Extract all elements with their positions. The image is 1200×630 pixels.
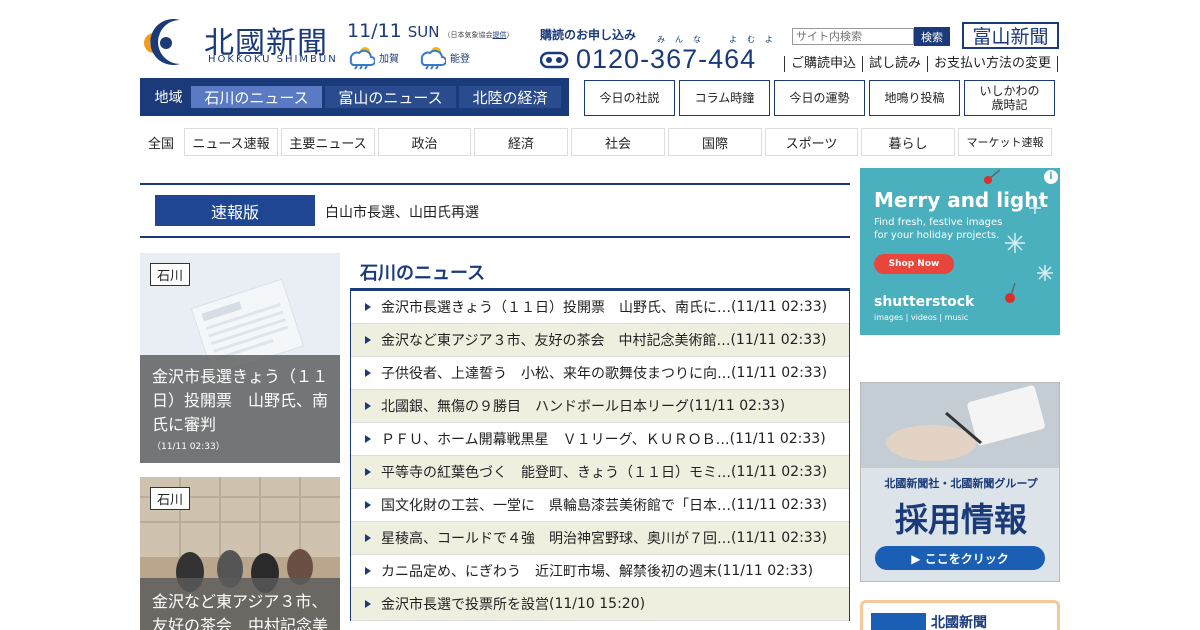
date-text: 11/11 bbox=[347, 20, 402, 42]
bullet-triangle-icon bbox=[365, 468, 371, 476]
weather-region-label: 加賀 bbox=[379, 53, 399, 65]
news-item[interactable]: 国文化財の工芸、一堂に 県輪島漆芸美術館で「日本… (11/11 02:33) bbox=[351, 489, 849, 522]
bullet-triangle-icon bbox=[365, 567, 371, 575]
tab-ishikawa-news[interactable]: 石川のニュース bbox=[191, 86, 322, 108]
cloud-sun-rain-icon bbox=[420, 47, 446, 70]
news-list: 金沢市長選きょう（１１日）投開票 山野氏、南氏に… (11/11 02:33) 金… bbox=[350, 288, 850, 621]
feature-title: 金沢など東アジア３市、友好の茶会 中村記念美 bbox=[152, 592, 329, 630]
region-nav: 地域 石川のニュース 富山のニュース 北陸の経済 bbox=[140, 78, 569, 116]
category-all-label: 全国 bbox=[147, 136, 174, 152]
feature-card[interactable]: 石川 金沢市長選きょう（１１日）投開票 山野氏、南氏に審判 （11/11 02:… bbox=[140, 253, 340, 463]
freedial-icon bbox=[540, 51, 569, 68]
feature-time: （11/11 02:33） bbox=[152, 442, 225, 452]
breaking-headline[interactable]: 白山市長選、山田氏再選 bbox=[325, 202, 479, 222]
feature-caption: 金沢市長選きょう（１１日）投開票 山野氏、南氏に審判 （11/11 02:33） bbox=[140, 355, 340, 463]
news-item[interactable]: カニ品定め、にぎわう 近江町市場、解禁後初の週末 (11/11 02:33) bbox=[351, 555, 849, 588]
tab-hokuriku-economy[interactable]: 北陸の経済 bbox=[459, 86, 561, 108]
hokkoku-logo[interactable]: 北國新聞 HOKKOKU SHIMBUN bbox=[140, 16, 340, 66]
news-item[interactable]: ＰＦＵ、ホーム開幕戦黒星 Ｖ１リーグ、ＫＵＲＯＢ… (11/11 02:33) bbox=[351, 423, 849, 456]
shutterstock-ad[interactable]: i Merry and light Find fresh, festive im… bbox=[860, 168, 1060, 335]
bullet-triangle-icon bbox=[365, 534, 371, 542]
utility-links: ご購読申込 試し読み お支払い方法の変更 bbox=[784, 56, 1059, 72]
weather-kaga[interactable]: 加賀 bbox=[347, 44, 399, 70]
banner-title: 北國新聞 bbox=[931, 615, 987, 630]
subscribe-label: 購読のお申し込み bbox=[540, 28, 637, 42]
category-top[interactable]: 主要ニュース bbox=[281, 128, 375, 156]
bullet-triangle-icon bbox=[365, 402, 371, 410]
category-market[interactable]: マーケット速報 bbox=[958, 128, 1052, 156]
news-section-title: 石川のニュース bbox=[360, 263, 486, 284]
category-life[interactable]: 暮らし bbox=[861, 128, 955, 156]
banner-logo-block bbox=[871, 613, 926, 630]
logo-mark-icon bbox=[144, 19, 180, 65]
cloud-sun-rain-icon bbox=[349, 47, 375, 70]
news-item[interactable]: 金沢など東アジア３市、友好の茶会 中村記念美術館… (11/11 02:33) bbox=[351, 324, 849, 357]
editorial-button[interactable]: 今日の社説 bbox=[584, 80, 675, 116]
seasonal-calendar-button[interactable]: いしかわの 歳時記 bbox=[964, 80, 1055, 116]
region-tag: 石川 bbox=[150, 263, 191, 286]
recruit-banner[interactable]: 北國新聞社・北國新聞グループ 採用情報 ▶ ここをクリック bbox=[860, 382, 1060, 582]
ad-brand: shutterstock bbox=[874, 294, 975, 310]
bullet-triangle-icon bbox=[365, 369, 371, 377]
news-item[interactable]: 星稜高、コールドで４強 明治神宮野球、奥川が７回… (11/11 02:33) bbox=[351, 522, 849, 555]
payment-change-link[interactable]: お支払い方法の変更 bbox=[927, 56, 1059, 72]
category-politics[interactable]: 政治 bbox=[378, 128, 471, 156]
bullet-triangle-icon bbox=[365, 501, 371, 509]
weather-region-label: 能登 bbox=[450, 53, 470, 65]
site-search-input[interactable] bbox=[792, 28, 914, 45]
shop-now-button[interactable]: Shop Now bbox=[874, 254, 954, 274]
hokkoku-banner[interactable]: 北國新聞 bbox=[860, 600, 1060, 630]
weekday-text: SUN bbox=[407, 23, 440, 41]
ad-subtext: Find fresh, festive images for your holi… bbox=[874, 217, 1003, 241]
feature-title: 金沢市長選きょう（１１日）投開票 山野氏、南氏に審判 bbox=[152, 367, 329, 434]
trial-link[interactable]: 試し読み bbox=[862, 56, 927, 72]
feature-card[interactable]: 石川 金沢など東アジア３市、友好の茶会 中村記念美 bbox=[140, 477, 340, 630]
recruit-company: 北國新聞社・北國新聞グループ bbox=[884, 477, 1038, 490]
news-item[interactable]: 平等寺の紅葉色づく 能登町、きょう（１１日）モミ… (11/11 02:33) bbox=[351, 456, 849, 489]
news-item[interactable]: 子供役者、上達誓う 小松、来年の歌舞伎まつりに向… (11/11 02:33) bbox=[351, 357, 849, 390]
phone-number: 0120-367-464 bbox=[576, 44, 757, 74]
region-label: 地域 bbox=[154, 90, 183, 106]
column-jisho-button[interactable]: コラム時鐘 bbox=[679, 80, 770, 116]
weather-credit-link[interactable]: 提供 bbox=[493, 31, 507, 39]
search-button[interactable]: 検索 bbox=[914, 27, 950, 46]
ad-tagline: images | videos | music bbox=[874, 313, 969, 322]
date-display: 11/11 SUN （日本気象協会提供） bbox=[347, 20, 514, 42]
news-item[interactable]: 金沢市長選で投票所を設営 (11/10 15:20) bbox=[351, 588, 849, 621]
bullet-triangle-icon bbox=[365, 336, 371, 344]
bullet-triangle-icon bbox=[365, 600, 371, 608]
category-international[interactable]: 国際 bbox=[668, 128, 762, 156]
subscribe-link[interactable]: ご購読申込 bbox=[784, 56, 862, 72]
reader-post-button[interactable]: 地鳴り投稿 bbox=[869, 80, 960, 116]
tab-toyama-news[interactable]: 富山のニュース bbox=[325, 86, 456, 108]
horoscope-button[interactable]: 今日の運勢 bbox=[774, 80, 865, 116]
breaking-news-bar: 速報版 白山市長選、山田氏再選 bbox=[140, 183, 850, 238]
bullet-triangle-icon bbox=[365, 435, 371, 443]
ad-headline: Merry and light bbox=[874, 188, 1049, 212]
recruit-click-button[interactable]: ▶ ここをクリック bbox=[875, 546, 1045, 570]
toyama-shimbun-link[interactable]: 富山新聞 bbox=[962, 22, 1059, 49]
bullet-triangle-icon bbox=[365, 303, 371, 311]
writing-hand-image bbox=[861, 383, 1059, 468]
category-economy[interactable]: 経済 bbox=[474, 128, 568, 156]
feature-caption: 金沢など東アジア３市、友好の茶会 中村記念美 bbox=[140, 578, 340, 630]
weather-noto[interactable]: 能登 bbox=[418, 44, 470, 70]
recruit-title: 採用情報 bbox=[895, 500, 1027, 539]
subscribe-phone[interactable]: 0120-367-464 bbox=[540, 44, 756, 75]
category-society[interactable]: 社会 bbox=[571, 128, 665, 156]
news-item[interactable]: 北國銀、無傷の９勝目 ハンドボール日本リーグ (11/11 02:33) bbox=[351, 390, 849, 423]
category-breaking[interactable]: ニュース速報 bbox=[184, 128, 278, 156]
region-tag: 石川 bbox=[150, 487, 191, 510]
brand-romaji: HOKKOKU SHIMBUN bbox=[208, 54, 338, 65]
ad-info-icon[interactable]: i bbox=[1044, 170, 1058, 184]
breaking-label: 速報版 bbox=[155, 195, 315, 226]
weather-credit: （日本気象協会提供） bbox=[443, 31, 514, 39]
category-sports[interactable]: スポーツ bbox=[765, 128, 858, 156]
recruit-photo bbox=[861, 383, 1059, 468]
news-item[interactable]: 金沢市長選きょう（１１日）投開票 山野氏、南氏に… (11/11 02:33) bbox=[351, 291, 849, 324]
